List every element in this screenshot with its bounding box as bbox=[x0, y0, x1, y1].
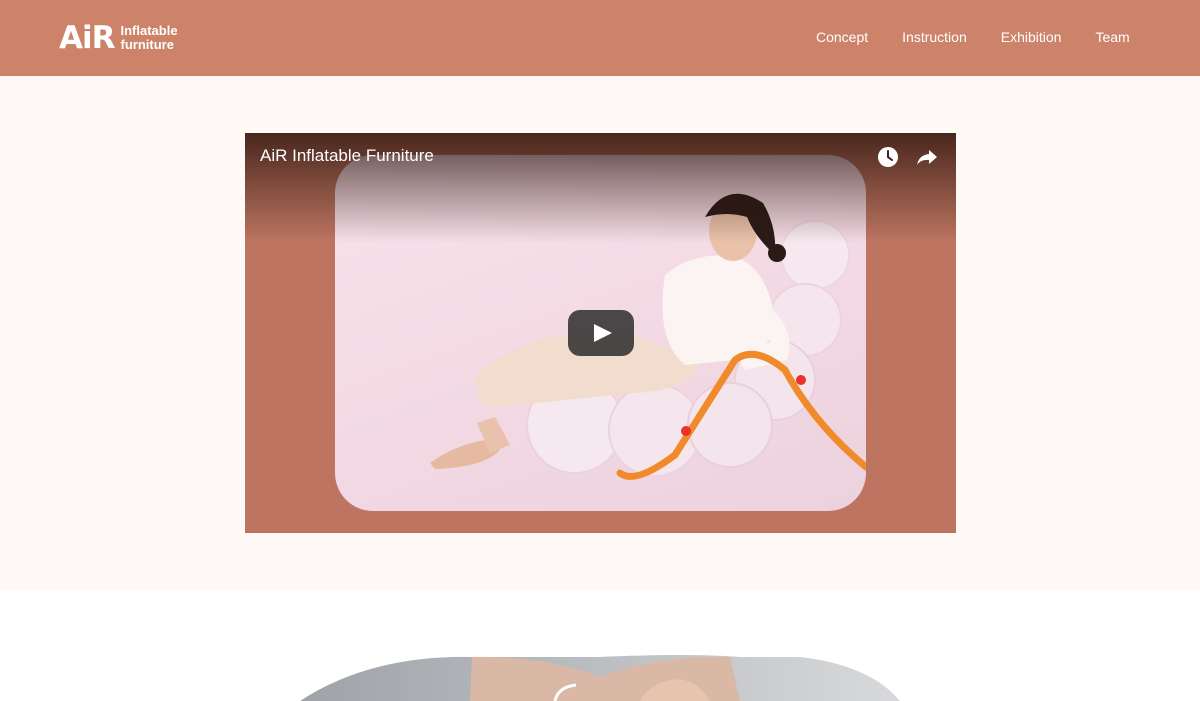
nav-link-concept[interactable]: Concept bbox=[816, 27, 868, 47]
video-section: AiR Inflatable Furniture bbox=[0, 76, 1200, 590]
site-header: AiR Inflatable furniture Concept Instruc… bbox=[0, 0, 1200, 76]
share-icon[interactable] bbox=[916, 146, 938, 168]
video-player[interactable]: AiR Inflatable Furniture bbox=[245, 133, 956, 533]
nav-link-instruction[interactable]: Instruction bbox=[902, 27, 967, 47]
nav-link-exhibition[interactable]: Exhibition bbox=[1001, 27, 1062, 47]
logo-text: Inflatable furniture bbox=[121, 24, 178, 52]
logo-text-line-1: Inflatable bbox=[120, 23, 178, 38]
video-title[interactable]: AiR Inflatable Furniture bbox=[260, 146, 434, 166]
concept-section bbox=[0, 590, 1200, 701]
watch-later-icon[interactable] bbox=[877, 146, 899, 168]
main-nav: Concept Instruction Exhibition Team bbox=[816, 27, 1130, 47]
logo-mark: AiR bbox=[59, 20, 115, 56]
concept-image bbox=[300, 655, 900, 701]
logo[interactable]: AiR Inflatable furniture bbox=[59, 22, 178, 54]
logo-text-line-2: furniture bbox=[120, 37, 174, 52]
play-icon[interactable] bbox=[568, 310, 634, 356]
nav-link-team[interactable]: Team bbox=[1095, 27, 1129, 47]
